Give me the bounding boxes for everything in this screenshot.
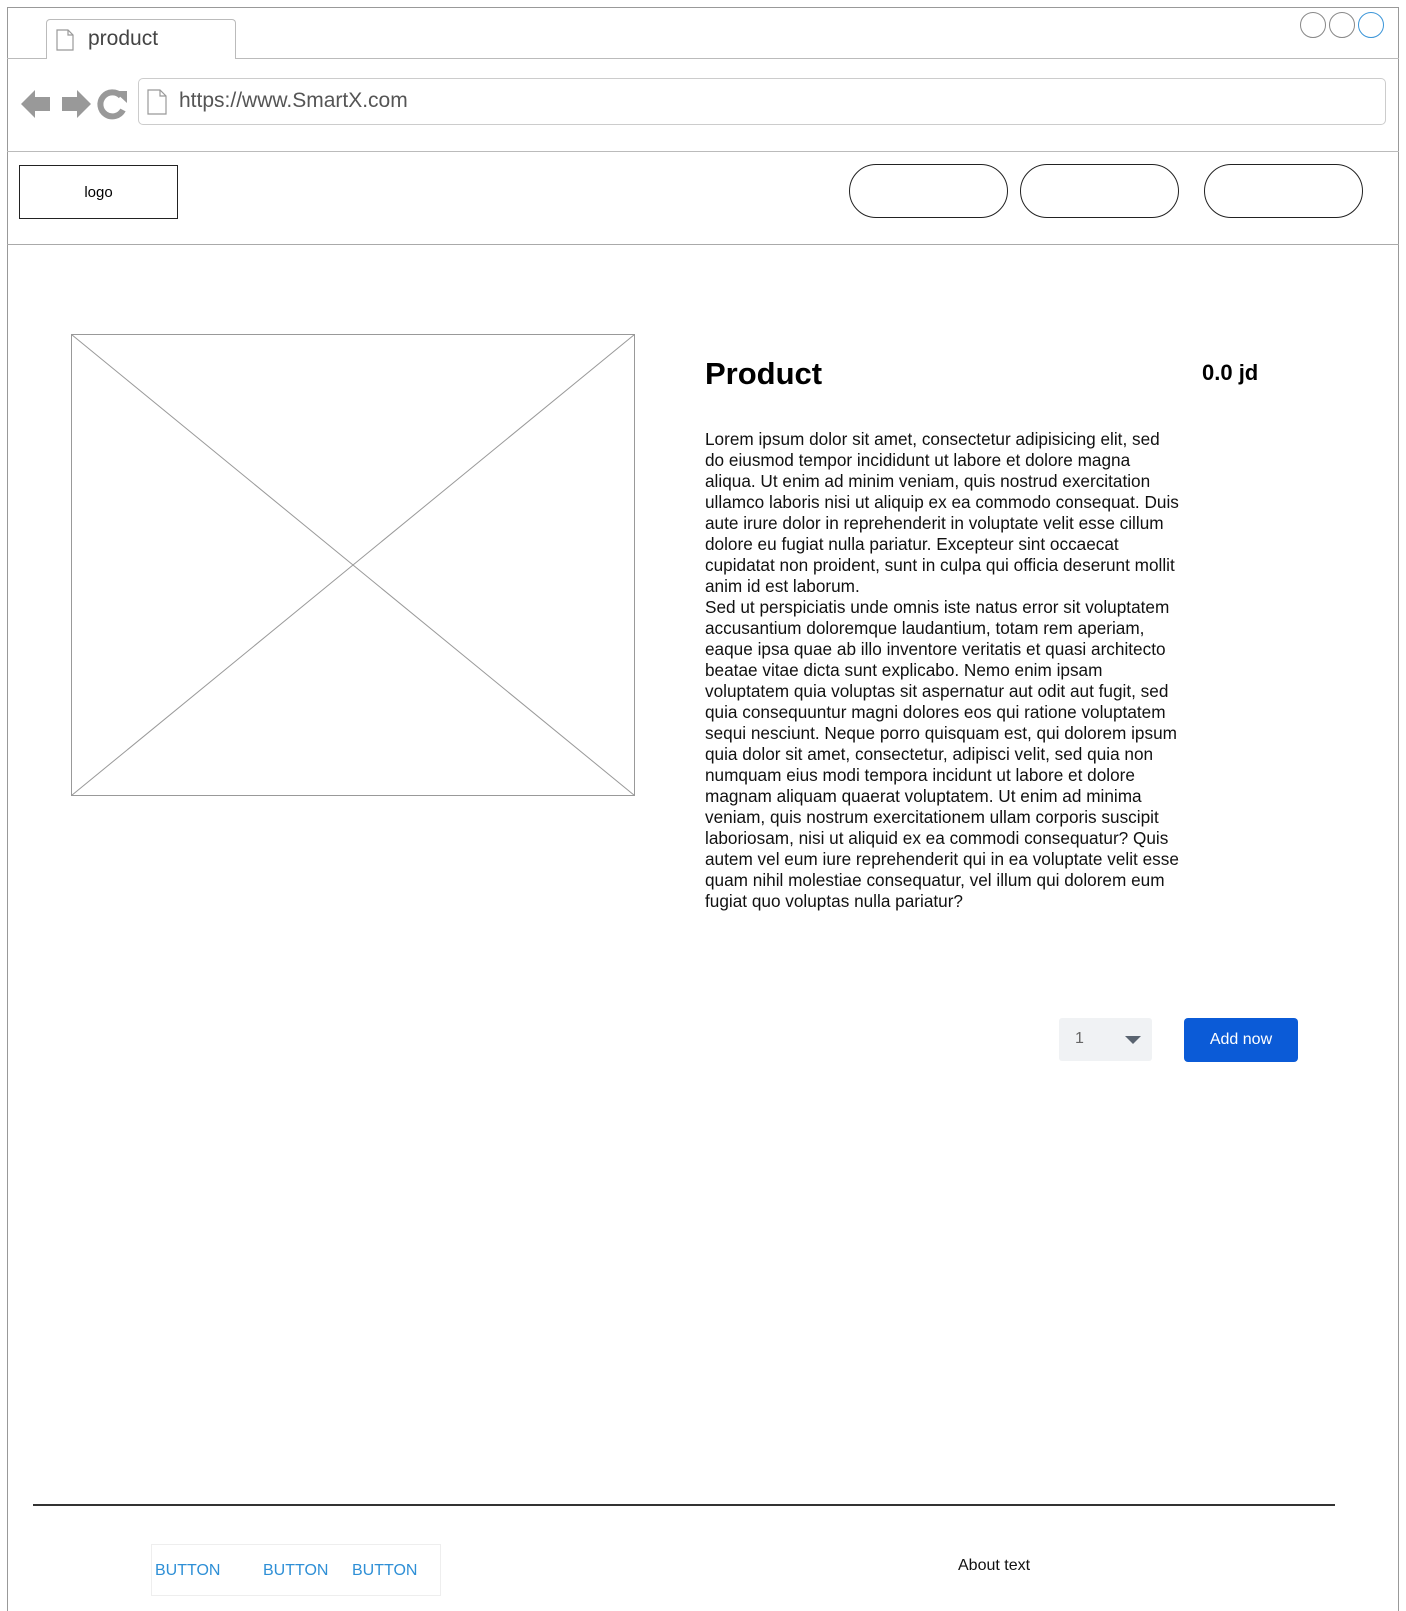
footer-button-3[interactable]: BUTTON <box>352 1562 417 1580</box>
logo[interactable]: logo <box>19 165 178 219</box>
footer-button-group: BUTTON BUTTON BUTTON <box>151 1544 441 1596</box>
quantity-select[interactable]: 1 <box>1059 1018 1152 1061</box>
toolbar-divider <box>7 151 1399 152</box>
chevron-down-icon <box>1125 1036 1141 1044</box>
tab-title: product <box>88 27 159 50</box>
product-description: Lorem ipsum dolor sit amet, consectetur … <box>705 429 1179 911</box>
nav-button-3[interactable] <box>1204 164 1363 218</box>
document-icon <box>56 29 74 51</box>
navigation-controls <box>21 89 127 120</box>
address-bar[interactable]: https://www.SmartX.com <box>138 78 1386 125</box>
nav-button-1[interactable] <box>849 164 1008 218</box>
minimize-button[interactable] <box>1300 12 1326 38</box>
about-text: About text <box>958 1557 1031 1574</box>
window-controls <box>1300 12 1384 40</box>
add-now-button[interactable]: Add now <box>1184 1018 1298 1062</box>
footer-divider <box>33 1504 1335 1506</box>
product-price: 0.0 jd <box>1202 360 1259 385</box>
logo-label: logo <box>84 183 113 201</box>
footer-button-2[interactable]: BUTTON <box>263 1562 328 1580</box>
footer-button-1[interactable]: BUTTON <box>155 1562 220 1580</box>
header-divider <box>7 244 1399 245</box>
reload-icon[interactable] <box>97 89 127 120</box>
maximize-button[interactable] <box>1329 12 1355 38</box>
forward-arrow-icon[interactable] <box>62 90 91 118</box>
product-title: Product <box>705 356 823 391</box>
image-placeholder-icon <box>71 334 635 796</box>
url-text: https://www.SmartX.com <box>179 89 408 112</box>
quantity-value: 1 <box>1075 1030 1084 1047</box>
document-icon <box>147 89 167 115</box>
add-now-label: Add now <box>1209 1031 1273 1048</box>
close-button[interactable] <box>1358 12 1384 38</box>
nav-button-2[interactable] <box>1020 164 1179 218</box>
browser-tab[interactable]: product <box>46 19 236 59</box>
back-arrow-icon[interactable] <box>21 90 50 118</box>
